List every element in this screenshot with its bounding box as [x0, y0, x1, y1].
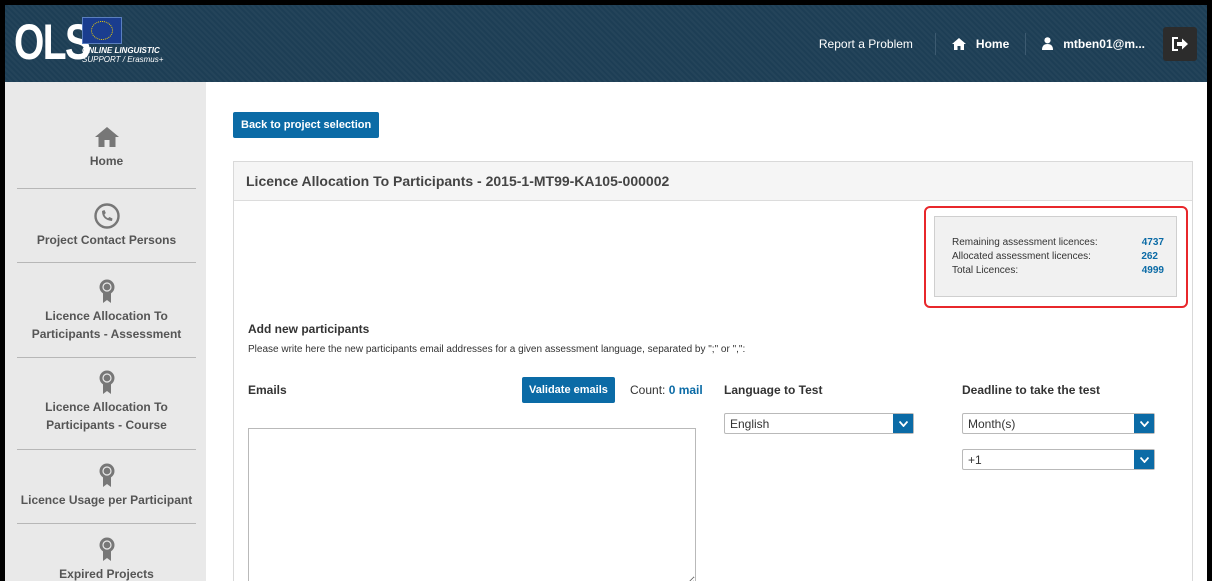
count-prefix: Count: [630, 383, 666, 397]
sidebar-item-allocation-course[interactable]: Licence Allocation To Participants - Cou… [17, 370, 196, 434]
sidebar-item-allocation-assessment[interactable]: Licence Allocation To Participants - Ass… [17, 279, 196, 343]
add-participants-description: Please write here the new participants e… [248, 344, 746, 355]
main-content: Back to project selection Licence Alloca… [206, 82, 1207, 581]
chevron-down-icon[interactable] [1134, 450, 1154, 469]
allocation-panel: Licence Allocation To Participants - 201… [233, 161, 1193, 581]
validate-emails-button[interactable]: Validate emails [522, 377, 615, 403]
sidebar-item-home[interactable]: Home [17, 127, 196, 170]
award-icon [99, 370, 114, 394]
award-icon [99, 279, 114, 303]
sidebar-item-contact-persons[interactable]: Project Contact Persons [17, 203, 196, 249]
logo-subtitle: ONLINE LINGUISTIC SUPPORT / Erasmus+ [82, 46, 163, 64]
language-label: Language to Test [724, 383, 823, 397]
sidebar-divider [17, 357, 196, 358]
deadline-unit-select[interactable]: Month(s) [962, 413, 1155, 434]
sidebar-divider [17, 262, 196, 263]
licence-stats-box: Remaining assessment licences: 4737 Allo… [934, 216, 1177, 297]
sidebar-item-label: Expired Projects [59, 567, 154, 581]
nav-home-link[interactable]: Home [951, 36, 1010, 51]
sidebar-item-label: Licence Allocation To Participants - Cou… [45, 400, 168, 432]
deadline-unit-selected: Month(s) [968, 416, 1016, 431]
count-value: 0 mail [668, 383, 703, 397]
phone-icon [93, 203, 120, 229]
emails-label: Emails [248, 383, 287, 397]
award-icon [99, 537, 114, 561]
logo-mark: OLS [14, 14, 91, 70]
logo-right: ONLINE LINGUISTIC SUPPORT / Erasmus+ [82, 17, 163, 64]
nav-divider [934, 32, 936, 55]
nav-home-label: Home [975, 36, 1010, 51]
sidebar-item-label: Licence Allocation To Participants - Ass… [31, 309, 182, 341]
sidebar-item-label: Home [89, 154, 124, 168]
language-select[interactable]: English [724, 413, 914, 434]
report-problem-link[interactable]: Report a Problem [819, 37, 913, 51]
logout-icon [1172, 36, 1188, 51]
email-count: Count: 0 mail [630, 383, 703, 397]
user-icon [1042, 37, 1054, 50]
sidebar-item-label: Project Contact Persons [36, 233, 177, 247]
logo-subtitle-line1: ONLINE LINGUISTIC [82, 46, 160, 55]
add-participants-title: Add new participants [248, 322, 370, 336]
eu-flag-icon [82, 17, 122, 44]
home-icon [94, 127, 119, 147]
remaining-licences-label: Remaining assessment licences: [952, 237, 1098, 248]
sidebar-item-label: Licence Usage per Participant [20, 493, 193, 507]
chevron-down-icon[interactable] [1134, 414, 1154, 433]
logout-button[interactable] [1163, 26, 1197, 61]
remaining-licences-value: 4737 [1141, 237, 1164, 248]
panel-title: Licence Allocation To Participants - 201… [234, 162, 1192, 201]
allocated-licences-value: 262 [1141, 251, 1158, 262]
home-icon [951, 37, 966, 50]
back-to-project-selection-button[interactable]: Back to project selection [233, 112, 380, 138]
user-menu[interactable]: mtben01@m... [1042, 37, 1145, 51]
language-selected: English [730, 416, 770, 431]
top-nav: Report a Problem Home mtben01@m... [819, 5, 1207, 82]
licence-stats-highlight: Remaining assessment licences: 4737 Allo… [924, 206, 1188, 308]
emails-textarea[interactable] [248, 428, 696, 581]
user-name: mtben01@m... [1063, 36, 1145, 51]
nav-divider [1025, 32, 1027, 55]
allocated-licences-label: Allocated assessment licences: [952, 251, 1091, 262]
ols-logo[interactable]: OLS ONLINE LINGUISTIC SUPPORT / Erasmus+ [14, 17, 163, 69]
sidebar-item-expired-projects[interactable]: Expired Projects [17, 537, 196, 581]
total-licences-label: Total Licences: [952, 265, 1019, 276]
logo-subtitle-line2: SUPPORT / Erasmus+ [82, 55, 164, 64]
sidebar-divider [17, 523, 196, 524]
award-icon [99, 463, 114, 487]
deadline-label: Deadline to take the test [962, 383, 1101, 397]
deadline-amount-selected: +1 [968, 452, 982, 467]
deadline-amount-select[interactable]: +1 [962, 449, 1155, 470]
chevron-down-icon[interactable] [893, 414, 913, 433]
app-window: OLS ONLINE LINGUISTIC SUPPORT / Erasmus+… [5, 5, 1207, 581]
top-header: OLS ONLINE LINGUISTIC SUPPORT / Erasmus+… [5, 5, 1207, 82]
sidebar: Home Project Contact Persons Licence All… [5, 82, 207, 581]
sidebar-divider [17, 449, 196, 450]
total-licences-value: 4999 [1141, 265, 1164, 276]
sidebar-item-licence-usage[interactable]: Licence Usage per Participant [17, 463, 196, 509]
sidebar-divider [17, 188, 196, 189]
